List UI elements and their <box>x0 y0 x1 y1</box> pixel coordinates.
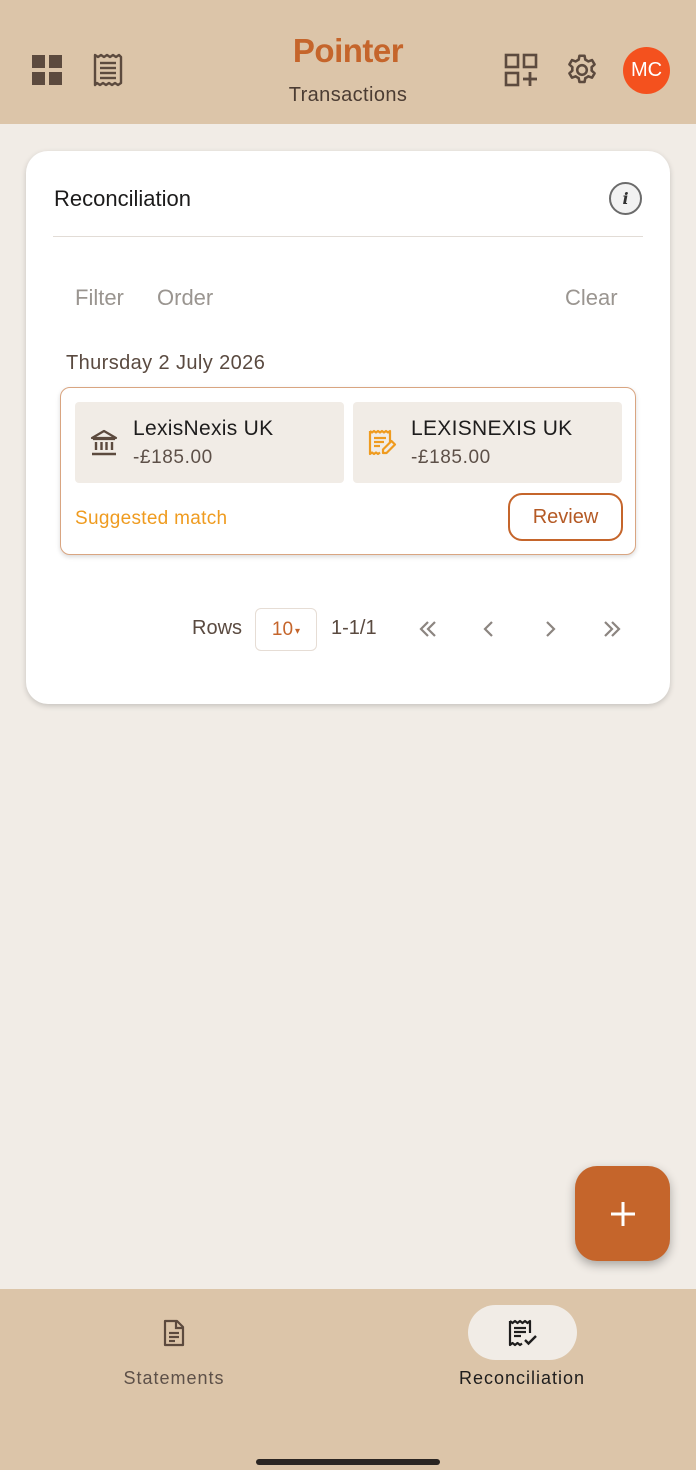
previous-page-icon[interactable] <box>473 613 505 645</box>
date-group-heading: Thursday 2 July 2026 <box>66 352 266 374</box>
add-fab-button[interactable] <box>575 1166 670 1261</box>
bank-transaction-amount: -£185.00 <box>133 447 213 468</box>
app-screen: Pointer Transactions MC Reconciliation i… <box>0 0 696 1470</box>
dropdown-caret-icon: ▾ <box>295 625 301 637</box>
reconciliation-card: Reconciliation i Filter Order Clear Thur… <box>26 151 670 704</box>
user-avatar[interactable]: MC <box>623 47 670 94</box>
receipt-edit-icon <box>367 428 397 458</box>
receipt-check-icon <box>508 1319 537 1346</box>
page-range: 1-1/1 <box>331 617 377 639</box>
review-button[interactable]: Review <box>508 493 623 541</box>
nav-pill-statements <box>119 1305 228 1360</box>
nav-label-reconciliation: Reconciliation <box>458 1368 586 1388</box>
plus-icon <box>610 1201 635 1226</box>
bank-transaction[interactable]: LexisNexis UK -£185.00 <box>75 402 344 483</box>
rows-per-page-select[interactable]: 10 ▾ <box>255 608 317 651</box>
next-page-icon[interactable] <box>534 613 566 645</box>
top-app-bar: Pointer Transactions MC <box>0 0 696 124</box>
first-page-icon[interactable] <box>412 613 444 645</box>
nav-item-statements[interactable]: Statements <box>0 1289 348 1409</box>
card-title: Reconciliation <box>54 186 191 211</box>
settings-gear-icon[interactable] <box>563 51 601 89</box>
last-page-icon[interactable] <box>596 613 628 645</box>
add-widget-icon[interactable] <box>502 51 540 89</box>
order-button[interactable]: Order <box>157 285 213 311</box>
ledger-transaction-amount: -£185.00 <box>411 447 491 468</box>
bank-icon <box>89 428 119 458</box>
match-status: Suggested match <box>75 508 228 529</box>
nav-pill-reconciliation <box>468 1305 577 1360</box>
bottom-navigation: Statements Reconciliation <box>0 1289 696 1470</box>
rows-per-page-value: 10 <box>271 618 294 640</box>
home-indicator <box>256 1459 440 1465</box>
document-icon <box>163 1319 184 1346</box>
info-icon[interactable]: i <box>609 182 642 215</box>
match-card[interactable]: LexisNexis UK -£185.00 LEXISNEXIS UK -£1… <box>60 387 636 555</box>
bank-transaction-name: LexisNexis UK <box>133 417 274 440</box>
clear-button[interactable]: Clear <box>565 285 618 311</box>
nav-label-statements: Statements <box>123 1368 225 1388</box>
filter-button[interactable]: Filter <box>75 285 124 311</box>
divider <box>53 236 643 237</box>
nav-item-reconciliation[interactable]: Reconciliation <box>348 1289 696 1409</box>
rows-label: Rows <box>192 617 243 639</box>
ledger-transaction-name: LEXISNEXIS UK <box>411 417 573 440</box>
ledger-transaction[interactable]: LEXISNEXIS UK -£185.00 <box>353 402 622 483</box>
